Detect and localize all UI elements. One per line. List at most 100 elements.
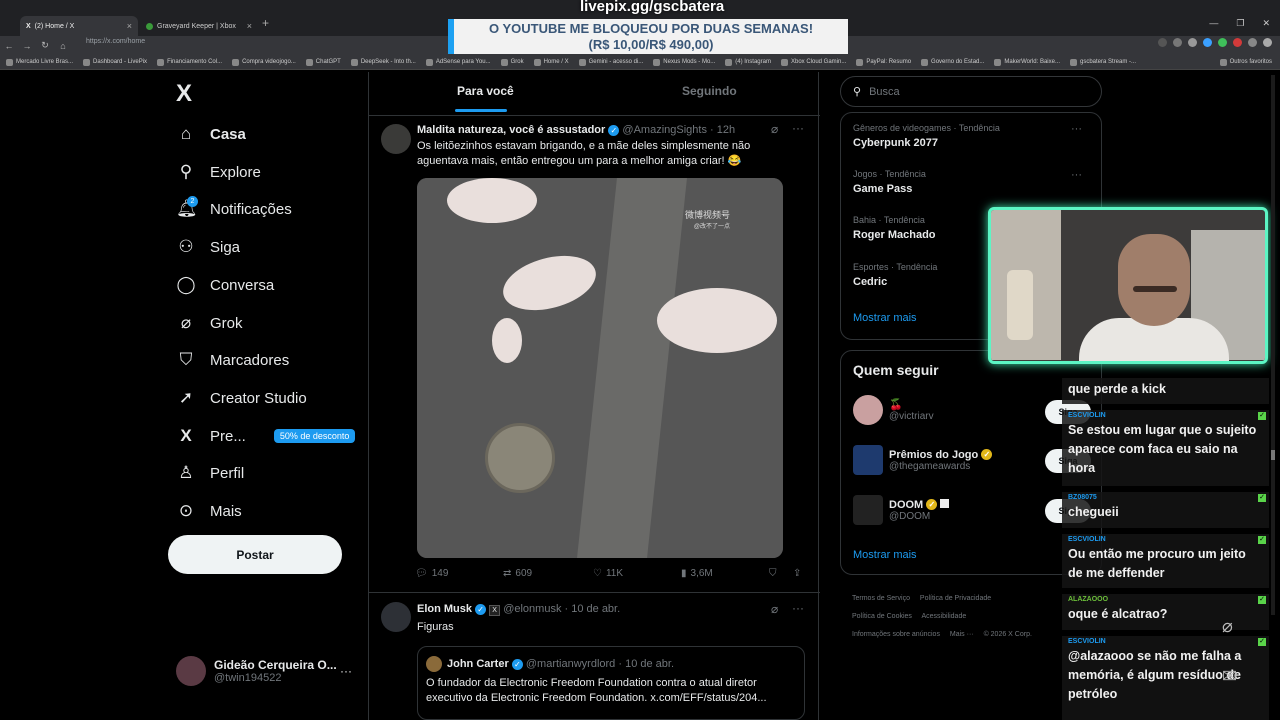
- author-handle[interactable]: @elonmusk: [503, 603, 561, 615]
- bookmark[interactable]: MakerWorld: Baixe...: [994, 58, 1060, 66]
- more-icon[interactable]: ···: [1071, 123, 1082, 135]
- search-input[interactable]: ⚲ Busca: [840, 76, 1102, 107]
- scrollbar[interactable]: [1271, 75, 1275, 615]
- bookmark-button[interactable]: ⛉: [769, 568, 777, 579]
- post-button[interactable]: Postar: [168, 535, 342, 574]
- more-icon[interactable]: ···: [340, 664, 352, 678]
- nav-creator-studio[interactable]: ➚ Creator Studio: [176, 388, 307, 408]
- nav-follow[interactable]: ⚇ Siga: [176, 237, 240, 257]
- show-more-link[interactable]: Mostrar mais: [853, 312, 917, 324]
- bookmark[interactable]: Governo do Estad...: [921, 58, 984, 66]
- repost-button[interactable]: ⇄ 609: [503, 568, 532, 579]
- bookmark-favicon-icon: [500, 58, 508, 66]
- grok-icon[interactable]: ⌀: [1222, 616, 1248, 642]
- bookmark[interactable]: AdSense para You...: [425, 58, 491, 66]
- trend-item[interactable]: Jogos · Tendência Game Pass: [853, 169, 926, 195]
- bookmark[interactable]: gscbatera Stream -...: [1069, 58, 1136, 66]
- tab-for-you[interactable]: Para você: [457, 84, 514, 98]
- bookmark[interactable]: (4) Instagram: [725, 58, 771, 66]
- share-button[interactable]: ⇪: [793, 568, 801, 579]
- tweet-time[interactable]: · 10 de abr.: [565, 603, 621, 615]
- reply-button[interactable]: 💬︎ 149: [415, 568, 448, 579]
- other-bookmarks[interactable]: Outros favoritos: [1219, 58, 1272, 66]
- author-name[interactable]: Elon Musk: [417, 603, 472, 615]
- bookmark[interactable]: Nexus Mods - Mo...: [653, 58, 715, 66]
- quoted-tweet[interactable]: John Carter ✓ @martianwyrdlord · 10 de a…: [417, 646, 805, 720]
- footer-link[interactable]: Política de Privacidade: [920, 595, 991, 602]
- footer-link[interactable]: Política de Cookies: [852, 613, 912, 620]
- star-icon[interactable]: [1188, 38, 1197, 47]
- nav-explore[interactable]: ⚲ Explore: [176, 162, 261, 182]
- follow-suggestion[interactable]: 🍒 @victriarv: [853, 395, 934, 425]
- trend-item[interactable]: Gêneros de videogames · Tendência Cyberp…: [853, 123, 1000, 149]
- tab-graveyard-keeper[interactable]: Graveyard Keeper | Xbox ×: [140, 16, 258, 36]
- extension-icon[interactable]: [1203, 38, 1212, 47]
- scrollbar-thumb[interactable]: [1271, 450, 1275, 460]
- maximize-icon[interactable]: ❐: [1236, 18, 1244, 29]
- reload-icon[interactable]: ↻: [36, 40, 54, 51]
- grok-icon[interactable]: ⌀: [771, 602, 778, 616]
- account-switcher[interactable]: Gideão Cerqueira O... @twin194522: [176, 656, 337, 686]
- extension-icon[interactable]: [1248, 38, 1257, 47]
- bookmark[interactable]: Mercado Livre Bras...: [6, 58, 73, 66]
- minimize-icon[interactable]: —: [1209, 18, 1218, 29]
- nav-profile[interactable]: ♙ Perfil: [176, 463, 244, 483]
- x-logo-icon[interactable]: X: [176, 80, 192, 108]
- tab-following[interactable]: Seguindo: [682, 84, 737, 98]
- extension-icon[interactable]: [1233, 38, 1242, 47]
- footer-link[interactable]: Informações sobre anúncios: [852, 631, 940, 638]
- author-handle[interactable]: @AmazingSights: [622, 124, 707, 136]
- avatar[interactable]: [381, 602, 411, 632]
- bookmark[interactable]: Dashboard - LivePix: [83, 58, 147, 66]
- url-field[interactable]: https://x.com/home: [86, 38, 145, 45]
- nav-bookmarks[interactable]: ⛉ Marcadores: [176, 350, 290, 370]
- footer-link[interactable]: Mais ···: [950, 631, 974, 638]
- extension-icon[interactable]: [1158, 38, 1167, 47]
- bookmark[interactable]: Home / X: [533, 58, 569, 66]
- trend-item[interactable]: Bahia · Tendência Roger Machado: [853, 215, 936, 241]
- nav-grok[interactable]: ⌀ Grok: [176, 313, 243, 333]
- back-icon[interactable]: ←: [0, 41, 18, 51]
- tweet-video[interactable]: 微博视频号 @改不了一点: [417, 178, 783, 558]
- message-icon[interactable]: ✉: [1222, 666, 1248, 692]
- bookmark[interactable]: DeepSeek - Into th...: [350, 58, 416, 66]
- nav-label: Grok: [210, 314, 243, 332]
- follow-suggestion[interactable]: DOOM ✓ @DOOM: [853, 495, 950, 525]
- close-icon[interactable]: ×: [247, 21, 252, 31]
- close-icon[interactable]: ×: [127, 21, 132, 31]
- avatar[interactable]: [381, 124, 411, 154]
- more-icon[interactable]: ···: [1071, 169, 1082, 181]
- nav-premium[interactable]: X Pre... 50% de desconto: [176, 426, 356, 446]
- avatar[interactable]: [1263, 38, 1272, 47]
- nav-more[interactable]: ⊙ Mais: [176, 501, 242, 521]
- bookmark[interactable]: Grok: [500, 58, 524, 66]
- bookmark[interactable]: Gemini - acesso di...: [578, 58, 643, 66]
- like-button[interactable]: ♡ 11K: [593, 568, 623, 579]
- grok-icon[interactable]: ⌀: [771, 122, 778, 136]
- bookmark[interactable]: Xbox Cloud Gamin...: [780, 58, 846, 66]
- close-window-icon[interactable]: ✕: [1262, 18, 1270, 29]
- forward-icon[interactable]: →: [18, 41, 36, 51]
- follow-suggestion[interactable]: Prêmios do Jogo ✓ @thegameawards: [853, 445, 993, 475]
- more-icon[interactable]: ···: [792, 121, 804, 135]
- bookmark[interactable]: Compra videojogo...: [232, 58, 296, 66]
- footer-link[interactable]: Acessibilidade: [921, 613, 966, 620]
- trend-item[interactable]: Esportes · Tendência Cedric: [853, 262, 937, 288]
- bookmark[interactable]: Financiamento Col...: [157, 58, 222, 66]
- extension-icon[interactable]: [1218, 38, 1227, 47]
- views-button[interactable]: ▮ 3,6M: [681, 568, 713, 579]
- bookmark[interactable]: ChatGPT: [305, 58, 341, 66]
- tweet-time[interactable]: · 12h: [710, 124, 735, 136]
- nav-notifications[interactable]: 🔔︎ 2 Notificações: [176, 196, 292, 219]
- nav-home[interactable]: ⌂ Casa: [176, 124, 246, 144]
- more-icon[interactable]: ···: [792, 601, 804, 615]
- bookmark[interactable]: PayPal: Resumo: [856, 58, 911, 66]
- show-more-link[interactable]: Mostrar mais: [853, 549, 917, 561]
- tab-x-home[interactable]: X (2) Home / X ×: [20, 16, 138, 36]
- home-nav-icon[interactable]: ⌂: [54, 41, 72, 51]
- author-name[interactable]: Maldita natureza, você é assustador: [417, 124, 605, 136]
- extension-icon[interactable]: [1173, 38, 1182, 47]
- footer-link[interactable]: Termos de Serviço: [852, 595, 910, 602]
- new-tab-button[interactable]: +: [262, 16, 269, 30]
- nav-messages[interactable]: ◯ Conversa: [176, 275, 274, 295]
